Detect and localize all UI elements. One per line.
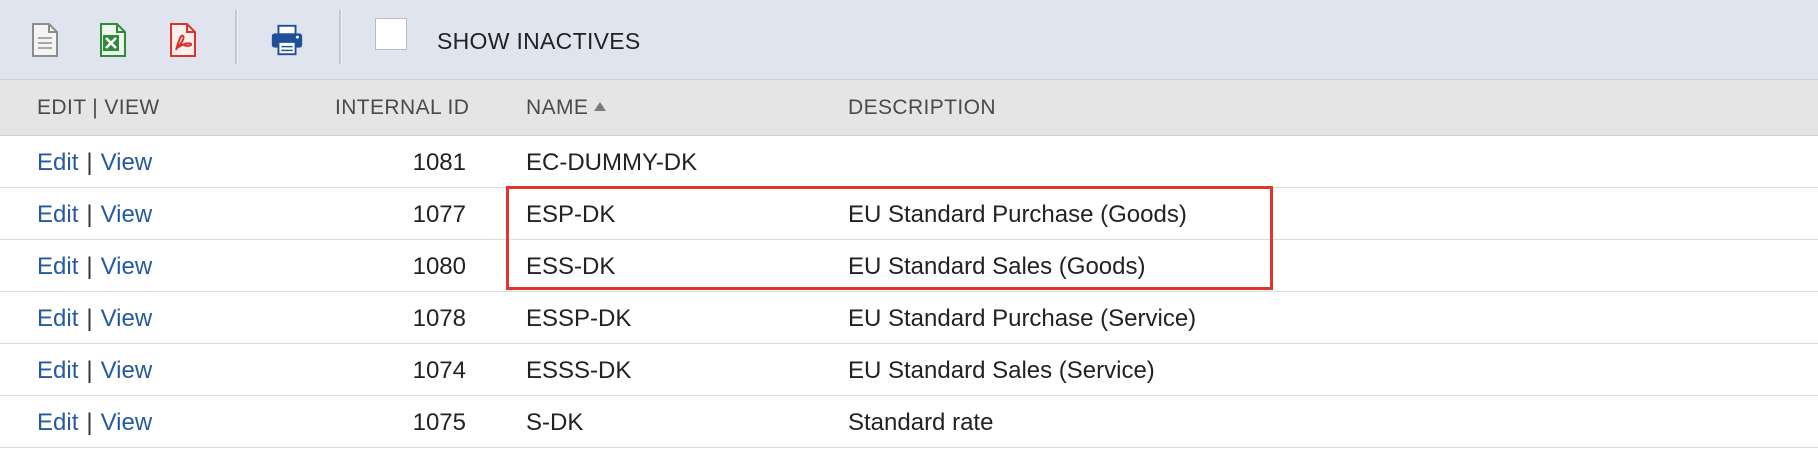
table-row: Edit | View 1078 ESSP-DK EU Standard Purch… <box>0 292 1818 344</box>
edit-link[interactable]: Edit <box>37 149 78 176</box>
document-icon[interactable] <box>27 20 63 60</box>
record-description: EU Standard Purchase (Goods) <box>848 201 1187 228</box>
header-name[interactable]: NAME <box>526 96 607 120</box>
sort-ascending-icon <box>594 102 607 111</box>
edit-link[interactable]: Edit <box>37 357 78 384</box>
edit-link[interactable]: Edit <box>37 201 78 228</box>
internal-id: 1078 <box>412 305 466 332</box>
edit-link[interactable]: Edit <box>37 253 78 280</box>
edit-view-links: Edit | View <box>37 149 152 177</box>
record-name: ESP-DK <box>526 201 616 228</box>
toolbar-divider <box>235 10 238 64</box>
table-row: Edit | View 1077 ESP-DK EU Standard Purcha… <box>0 188 1818 240</box>
internal-id: 1080 <box>412 253 466 280</box>
edit-link[interactable]: Edit <box>37 305 78 332</box>
print-icon[interactable] <box>269 20 305 60</box>
link-separator: | <box>86 253 93 280</box>
internal-id: 1081 <box>412 149 466 176</box>
pdf-icon[interactable] <box>165 20 201 60</box>
page: SHOW INACTIVES EDIT | VIEW INTERNAL ID N… <box>0 0 1818 452</box>
record-name: ESSP-DK <box>526 305 632 332</box>
edit-view-links: Edit | View <box>37 201 152 229</box>
record-description: EU Standard Sales (Goods) <box>848 253 1146 280</box>
record-description: EU Standard Purchase (Service) <box>848 305 1197 332</box>
table-row: Edit | View 1081 EC-DUMMY-DK <box>0 136 1818 188</box>
table-row: Edit | View 1074 ESSS-DK EU Standard Sales… <box>0 344 1818 396</box>
link-separator: | <box>86 149 93 176</box>
toolbar-divider <box>339 10 342 64</box>
record-name: S-DK <box>526 409 584 436</box>
header-edit-view: EDIT | VIEW <box>37 96 160 119</box>
table-row: Edit | View 1080 ESS-DK EU Standard Sales … <box>0 240 1818 292</box>
excel-icon[interactable] <box>95 20 131 60</box>
table-header: EDIT | VIEW INTERNAL ID NAME DESCRIPTION <box>0 80 1818 136</box>
show-inactives-label[interactable]: SHOW INACTIVES <box>437 28 641 55</box>
record-description: Standard rate <box>848 409 994 436</box>
show-inactives-checkbox[interactable] <box>375 18 407 50</box>
view-link[interactable]: View <box>101 253 153 280</box>
table-row: Edit | View 1075 S-DK Standard rate <box>0 396 1818 448</box>
header-description[interactable]: DESCRIPTION <box>848 96 996 120</box>
view-link[interactable]: View <box>101 305 153 332</box>
record-name: ESS-DK <box>526 253 616 280</box>
link-separator: | <box>86 201 93 228</box>
link-separator: | <box>86 305 93 332</box>
edit-view-links: Edit | View <box>37 253 152 281</box>
header-name-label: NAME <box>526 96 589 119</box>
edit-link[interactable]: Edit <box>37 409 78 436</box>
list-toolbar: SHOW INACTIVES <box>0 0 1818 80</box>
internal-id: 1077 <box>412 201 466 228</box>
record-name: EC-DUMMY-DK <box>526 149 698 176</box>
edit-view-links: Edit | View <box>37 305 152 333</box>
record-description: EU Standard Sales (Service) <box>848 357 1155 384</box>
edit-view-links: Edit | View <box>37 409 152 437</box>
header-internal-id[interactable]: INTERNAL ID <box>335 96 469 120</box>
link-separator: | <box>86 357 93 384</box>
internal-id: 1074 <box>412 357 466 384</box>
view-link[interactable]: View <box>101 201 153 228</box>
link-separator: | <box>86 409 93 436</box>
view-link[interactable]: View <box>101 357 153 384</box>
view-link[interactable]: View <box>101 409 153 436</box>
edit-view-links: Edit | View <box>37 357 152 385</box>
record-name: ESSS-DK <box>526 357 632 384</box>
view-link[interactable]: View <box>101 149 153 176</box>
internal-id: 1075 <box>412 409 466 436</box>
